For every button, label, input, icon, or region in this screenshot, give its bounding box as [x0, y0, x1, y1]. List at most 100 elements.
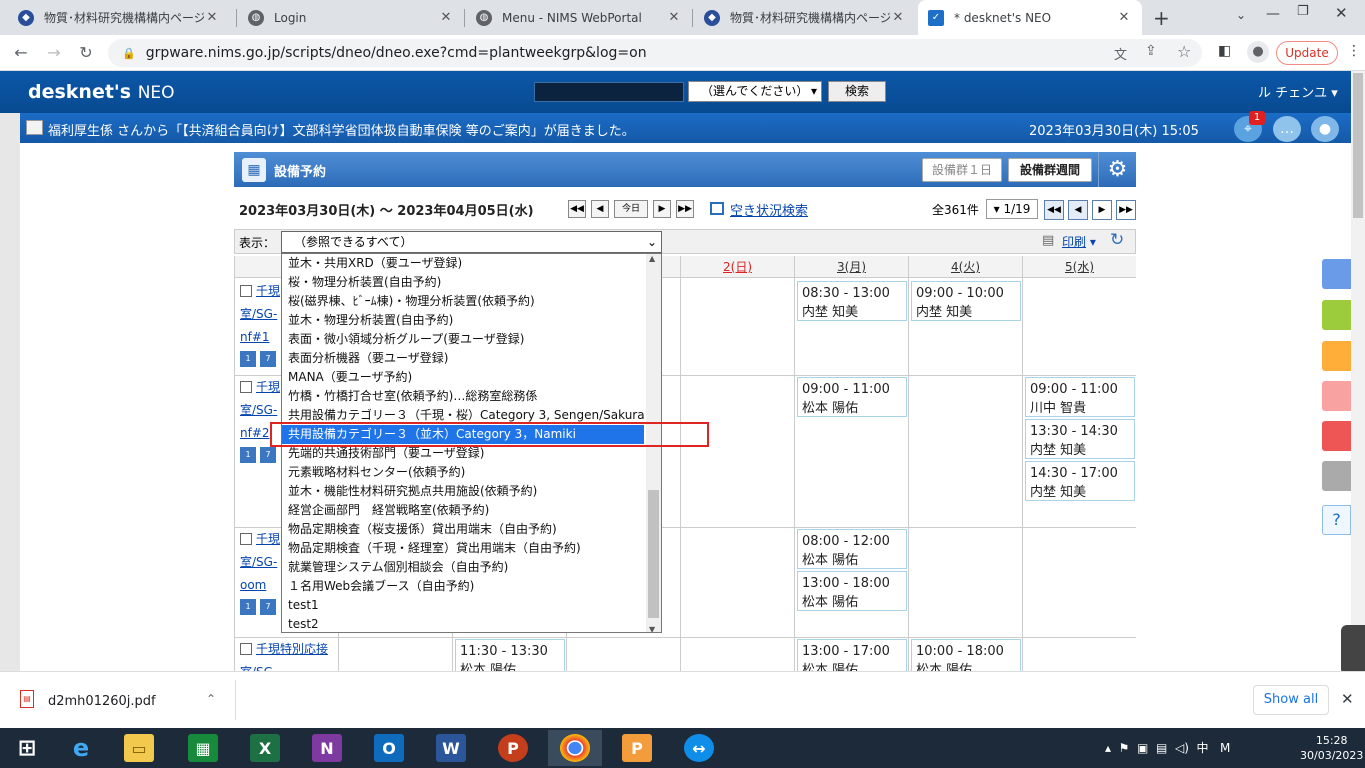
- day-header-wed[interactable]: 5(水): [1023, 256, 1136, 278]
- row-checkbox[interactable]: [240, 643, 252, 655]
- browser-tab-1[interactable]: ◆ 物質･材料研究機構構内ページ ✕: [8, 0, 230, 35]
- menu-kebab-icon[interactable]: ⋮: [1347, 43, 1361, 59]
- row-facility-1[interactable]: 千現 室/SG- nf#1 17: [240, 280, 280, 367]
- reload-icon[interactable]: ↻: [76, 43, 96, 63]
- chevron-up-icon[interactable]: ⌃: [206, 692, 216, 706]
- first-page-icon[interactable]: ◀◀: [1044, 200, 1064, 220]
- side-tab-orange[interactable]: [1322, 341, 1351, 371]
- reservation-event[interactable]: 08:30 - 13:00 内埜 知美: [797, 281, 907, 321]
- close-icon[interactable]: ✕: [890, 10, 906, 25]
- reservation-event[interactable]: 09:00 - 11:00 松本 陽佑: [797, 377, 907, 417]
- share-icon[interactable]: ⇪: [1145, 43, 1157, 59]
- next-day-icon[interactable]: ▶: [653, 200, 671, 218]
- onenote-icon[interactable]: N: [300, 730, 354, 766]
- header-search-input[interactable]: [534, 82, 684, 102]
- side-tab-pink[interactable]: [1322, 381, 1351, 411]
- windows-start-icon[interactable]: ⊞: [0, 730, 54, 766]
- browser-tab-2[interactable]: ◍ Login ✕: [238, 0, 464, 35]
- chrome-icon[interactable]: [548, 730, 602, 766]
- close-icon[interactable]: ✕: [666, 10, 682, 25]
- dropdown-option[interactable]: 並木・共用XRD（要ユーザ登録): [282, 254, 648, 273]
- side-tab-blue[interactable]: [1322, 259, 1351, 289]
- forward-icon[interactable]: →: [44, 43, 64, 63]
- translate-icon[interactable]: 文: [1114, 44, 1127, 63]
- side-tab-gray[interactable]: [1322, 461, 1351, 491]
- dropdown-scroll-thumb[interactable]: [648, 490, 659, 618]
- close-icon[interactable]: ✕: [438, 10, 454, 25]
- close-icon[interactable]: ✕: [204, 10, 220, 25]
- group-day-button[interactable]: 設備群１日: [922, 158, 1002, 182]
- prev-day-icon[interactable]: ◀: [591, 200, 609, 218]
- next-page-icon[interactable]: ▶: [1092, 200, 1112, 220]
- word-icon[interactable]: W: [424, 730, 478, 766]
- dropdown-option[interactable]: 経営企画部門 経営戦略室(依頼予約): [282, 501, 648, 520]
- browser-tab-4[interactable]: ◆ 物質･材料研究機構構内ページ ✕: [694, 0, 916, 35]
- calendar-day-icon[interactable]: 1: [240, 351, 256, 367]
- row-checkbox[interactable]: [240, 533, 252, 545]
- prev-page-icon[interactable]: ◀: [1068, 200, 1088, 220]
- outlook-icon[interactable]: O: [362, 730, 416, 766]
- refresh-icon[interactable]: ↻: [1110, 230, 1124, 250]
- row-checkbox[interactable]: [240, 285, 252, 297]
- dropdown-option[interactable]: 物品定期検査（千現・経理室）貸出用端末（自由予約): [282, 539, 648, 558]
- page-scroll-thumb[interactable]: [1353, 73, 1363, 218]
- url-field[interactable]: 🔒 grpware.nims.go.jp/scripts/dneo/dneo.e…: [108, 39, 1202, 67]
- row-facility-4[interactable]: 千現特別応接 室/SG-: [240, 638, 328, 671]
- user-icon[interactable]: ●: [1311, 116, 1339, 142]
- group-week-button[interactable]: 設備群週間: [1008, 158, 1092, 182]
- browser-tab-3[interactable]: ◍ Menu - NIMS WebPortal ✕: [466, 0, 692, 35]
- system-tray[interactable]: ▴ ⚑ ▣ ▤ ◁) 中 M: [1105, 739, 1230, 756]
- chat-icon[interactable]: …: [1273, 116, 1301, 142]
- reservation-event[interactable]: 13:00 - 17:00 松本 陽佑: [797, 639, 907, 671]
- tab-search-icon[interactable]: ⌄: [1236, 8, 1246, 22]
- availability-search-link[interactable]: 空き状況検索: [730, 200, 808, 219]
- bookmark-star-icon[interactable]: ☆: [1177, 42, 1191, 61]
- dropdown-option[interactable]: １名用Web会議ブース（自由予約): [282, 577, 648, 596]
- browser-tab-active[interactable]: ✓ * desknet's NEO ✕: [918, 0, 1142, 35]
- dropdown-option[interactable]: 物品定期検査（桜支援係）貸出用端末（自由予約): [282, 520, 648, 539]
- dropdown-option[interactable]: 就業管理システム個別相談会（自由予約): [282, 558, 648, 577]
- dropdown-option[interactable]: 並木・物理分析装置(自由予約): [282, 311, 648, 330]
- dropdown-option[interactable]: 表面分析機器（要ユーザ登録): [282, 349, 648, 368]
- ie-icon[interactable]: e: [54, 730, 108, 766]
- minimize-icon[interactable]: —: [1266, 6, 1280, 22]
- reservation-event[interactable]: 11:30 - 13:30 松本 陽佑: [455, 639, 565, 671]
- day-header-tue[interactable]: 4(火): [909, 256, 1023, 278]
- show-all-button[interactable]: Show all: [1253, 685, 1329, 715]
- dropdown-option[interactable]: 元素戦略材料センター(依頼予約): [282, 463, 648, 482]
- pdf-reader-icon[interactable]: P: [610, 730, 664, 766]
- dropdown-option[interactable]: MANA（要ユーザ予約): [282, 368, 648, 387]
- reservation-event[interactable]: 09:00 - 11:00 川中 智貴: [1025, 377, 1135, 417]
- gear-icon[interactable]: ⚙: [1098, 152, 1136, 187]
- teamviewer-handle[interactable]: [1341, 625, 1365, 675]
- dropdown-option[interactable]: 桜・物理分析装置(自由予約): [282, 273, 648, 292]
- scroll-up-icon[interactable]: ▲: [649, 254, 655, 263]
- calendar-week-icon[interactable]: 7: [260, 599, 276, 615]
- reservation-event[interactable]: 10:00 - 18:00 松本 陽佑: [911, 639, 1021, 671]
- close-icon[interactable]: ✕: [1116, 10, 1132, 25]
- prev-week-icon[interactable]: ◀◀: [568, 200, 586, 218]
- last-page-icon[interactable]: ▶▶: [1116, 200, 1136, 220]
- dropdown-option[interactable]: 桜(磁界棟、ﾋﾞｰﾑ棟)・物理分析装置(依頼予約): [282, 292, 648, 311]
- restore-icon[interactable]: ❐: [1297, 4, 1309, 19]
- taskbar-clock[interactable]: 15:28 30/03/2023: [1300, 733, 1363, 763]
- reservation-event[interactable]: 08:00 - 12:00 松本 陽佑: [797, 529, 907, 569]
- window-close-icon[interactable]: ✕: [1335, 4, 1348, 22]
- display-select[interactable]: （参照できるすべて） ⌄: [281, 231, 662, 253]
- dropdown-option[interactable]: test2: [282, 615, 648, 632]
- header-search-button[interactable]: 検索: [828, 81, 886, 102]
- profile-icon[interactable]: ●: [1247, 41, 1269, 63]
- reservation-event[interactable]: 13:30 - 14:30 内埜 知美: [1025, 419, 1135, 459]
- calendar-week-icon[interactable]: 7: [260, 447, 276, 463]
- calendar-day-icon[interactable]: 1: [240, 599, 256, 615]
- page-select[interactable]: ▾ 1/19: [986, 199, 1038, 219]
- store-icon[interactable]: ▦: [176, 730, 230, 766]
- teamviewer-icon[interactable]: ↔: [672, 730, 726, 766]
- file-explorer-icon[interactable]: ▭: [112, 730, 166, 766]
- dropdown-option[interactable]: 表面・微小領域分析グループ(要ユーザ登録): [282, 330, 648, 349]
- row-facility-3[interactable]: 千現 室/SG- oom 17: [240, 528, 280, 615]
- dropdown-option[interactable]: 並木・機能性材料研究拠点共用施設(依頼予約): [282, 482, 648, 501]
- row-checkbox[interactable]: [240, 381, 252, 393]
- dropdown-option[interactable]: 竹橋・竹橋打合せ室(依頼予約)…総務室総務係: [282, 387, 648, 406]
- reservation-event[interactable]: 09:00 - 10:00 内埜 知美: [911, 281, 1021, 321]
